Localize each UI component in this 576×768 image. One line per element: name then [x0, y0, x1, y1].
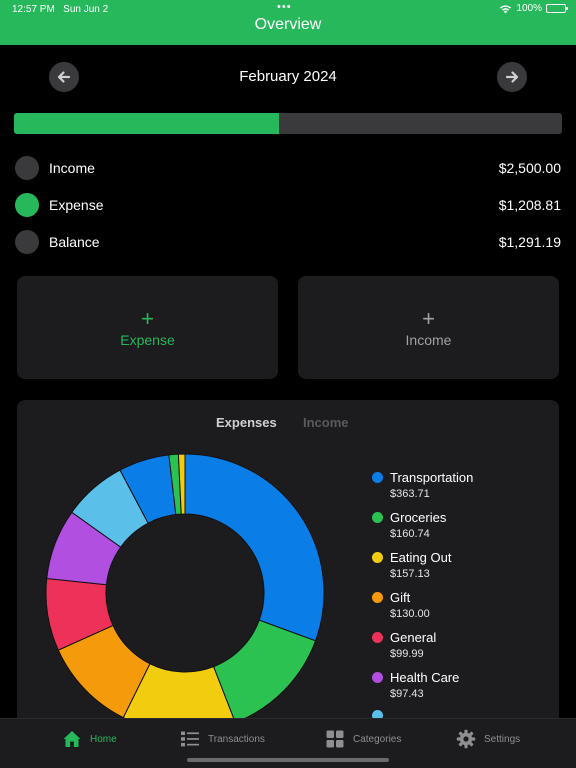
tab-label: Categories: [353, 733, 402, 745]
summary-value: $1,208.81: [498, 197, 561, 213]
grid-icon: [326, 730, 344, 748]
segment-income[interactable]: Income: [303, 415, 349, 430]
legend-label: Transportation: [390, 470, 474, 485]
app-header: 12:57 PM Sun Jun 2 ••• 100% Overview: [0, 0, 576, 45]
status-time: 12:57 PM Sun Jun 2: [12, 4, 109, 15]
arrow-right-icon: [505, 71, 519, 83]
legend-amount: $99.99: [390, 648, 424, 660]
add-expense-button[interactable]: + Expense: [17, 276, 278, 379]
tab-label: Settings: [484, 733, 521, 745]
expense-dot: [15, 193, 39, 217]
legend-label: Health Care: [390, 670, 460, 685]
balance-dot: [15, 230, 39, 254]
legend-amount: $363.71: [390, 488, 430, 500]
next-month-button[interactable]: [497, 62, 527, 92]
segment-expenses[interactable]: Expenses: [216, 415, 277, 430]
summary-value: $1,291.19: [498, 234, 561, 250]
battery-percent: 100%: [516, 3, 542, 14]
legend-label: Groceries: [390, 510, 447, 525]
gear-icon: [456, 729, 476, 749]
plus-icon: +: [422, 305, 435, 331]
add-income-button[interactable]: + Income: [298, 276, 559, 379]
legend-amount: $157.13: [390, 568, 430, 580]
legend-item: Health Care $97.43: [372, 670, 473, 710]
legend-swatch: [372, 672, 383, 683]
legend-amount: $160.74: [390, 528, 430, 540]
expense-donut-chart: [45, 453, 325, 730]
add-expense-label: Expense: [120, 331, 175, 348]
month-label: February 2024: [239, 68, 337, 85]
legend-amount: $97.43: [390, 688, 424, 700]
house-icon: [63, 731, 81, 747]
budget-progress-bar: [14, 113, 562, 134]
tab-home[interactable]: Home: [62, 729, 117, 749]
page-title: Overview: [254, 16, 322, 33]
legend-label: General: [390, 630, 437, 645]
home-indicator: [187, 758, 389, 762]
summary-row-balance: Balance $1,291.19: [15, 230, 561, 254]
income-dot: [15, 156, 39, 180]
legend-swatch: [372, 512, 383, 523]
wifi-icon: [500, 4, 512, 13]
summary-row-income: Income $2,500.00: [15, 156, 561, 180]
legend-label: Gift: [390, 590, 411, 605]
tab-transactions[interactable]: Transactions: [180, 729, 265, 749]
legend-item: Transportation $363.71: [372, 470, 473, 510]
tab-categories[interactable]: Categories: [325, 729, 401, 749]
legend-item: Gift $130.00: [372, 590, 473, 630]
tab-label: Home: [90, 733, 117, 745]
legend-item: Groceries $160.74: [372, 510, 473, 550]
legend-amount: $130.00: [390, 608, 430, 620]
tab-settings[interactable]: Settings: [456, 729, 520, 749]
add-income-label: Income: [405, 331, 452, 348]
chart-legend: Transportation $363.71 Groceries $160.74…: [372, 470, 473, 730]
summary-value: $2,500.00: [498, 160, 561, 176]
legend-item: Eating Out $157.13: [372, 550, 473, 590]
donut-slice-transportation: [184, 453, 325, 642]
battery-icon: [546, 4, 568, 13]
plus-icon: +: [141, 305, 154, 331]
legend-swatch: [372, 592, 383, 603]
legend-swatch: [372, 632, 383, 643]
chart-card: Expenses Income Transportation $363.71 G…: [17, 400, 559, 730]
multitasking-dots[interactable]: •••: [277, 1, 292, 13]
legend-item: General $99.99: [372, 630, 473, 670]
list-icon: [181, 731, 199, 747]
tab-label: Transactions: [208, 733, 265, 745]
status-indicators: 100%: [499, 3, 568, 14]
legend-label: Eating Out: [390, 550, 452, 565]
summary-label: Balance: [49, 234, 100, 250]
legend-swatch: [372, 552, 383, 563]
budget-progress-fill: [14, 113, 279, 134]
summary-row-expense: Expense $1,208.81: [15, 193, 561, 217]
legend-swatch: [372, 472, 383, 483]
summary-label: Income: [49, 160, 95, 176]
summary-label: Expense: [49, 197, 104, 213]
